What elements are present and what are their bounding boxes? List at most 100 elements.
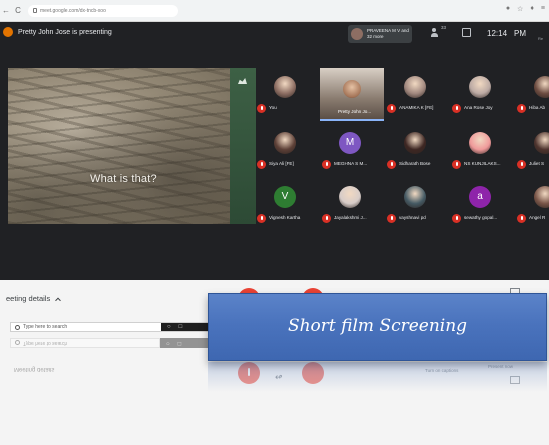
taskbar-icons-reflection: ○ □ <box>160 338 215 348</box>
avatar <box>534 186 549 208</box>
participant-tile[interactable]: vayshnavi pd <box>385 178 451 228</box>
windows-taskbar: Type here to search ○ □ <box>10 322 215 332</box>
mic-off-icon <box>452 160 461 169</box>
mountain-icon <box>238 78 247 84</box>
participant-tile[interactable]: Siya Ali [FE] <box>255 124 321 174</box>
avatar <box>404 132 426 154</box>
presenter-status: Pretty John Jose is presenting <box>18 29 112 36</box>
taskbar-search-reflection: Type here to search <box>10 338 160 348</box>
participant-video <box>343 80 361 98</box>
mic-off-icon <box>387 104 396 113</box>
clock-ampm: PM <box>514 29 526 38</box>
screenshot-page: ← C meet.google.com/dx-tncb-xoo ● ☆ ♦ ≡ … <box>0 0 549 445</box>
shared-screen-caption: What is that? <box>90 173 157 185</box>
mic-off-icon <box>517 160 526 169</box>
mic-off-icon <box>322 160 331 169</box>
participant-name: Angel R <box>529 215 546 220</box>
taskbar-search-placeholder: Type here to search <box>23 324 68 330</box>
taskbar-search[interactable]: Type here to search <box>11 323 161 331</box>
lock-icon <box>33 8 37 13</box>
extension-icons: ● ☆ ♦ ≡ <box>506 5 545 13</box>
participant-tile[interactable]: Jayalakshmi J... <box>320 178 386 228</box>
avatar <box>351 28 363 40</box>
meet-window: Pretty John Jose is presenting PRAVEENA … <box>0 22 549 280</box>
refresh-icon[interactable]: C <box>12 6 24 15</box>
title-card: Short film Screening <box>208 293 547 361</box>
mic-off-icon <box>387 214 396 223</box>
url-text: meet.google.com/dx-tncb-xoo <box>40 7 106 14</box>
participant-tile[interactable]: NS KUNJILAKS... <box>450 124 516 174</box>
participant-name: NS KUNJILAKS... <box>464 161 501 166</box>
address-bar[interactable]: meet.google.com/dx-tncb-xoo <box>28 4 178 17</box>
participant-name: Vignesh Kartha <box>269 215 301 220</box>
mic-off-icon <box>322 214 331 223</box>
taskbar-reflection: Type here to search ○ □ <box>10 338 215 348</box>
participant-tile[interactable]: Hiba Ab <box>515 68 549 118</box>
stone-wall-image <box>8 68 230 224</box>
participant-tile[interactable]: Sidharath Bose <box>385 124 451 174</box>
taskbar-icons: ○ □ <box>161 323 214 331</box>
avatar <box>534 132 549 154</box>
participant-name: Jayalakshmi J... <box>334 215 367 220</box>
title-card-text: Short film Screening <box>287 316 468 336</box>
participant-name: Siya Ali [FE] <box>269 161 294 166</box>
shared-screen-sidebar <box>230 68 256 224</box>
participant-name: Pretty John Jo... <box>338 109 372 114</box>
avatar <box>404 186 426 208</box>
meeting-details-reflection: Meeting details <box>14 366 55 372</box>
avatar <box>469 76 491 98</box>
participant-tile[interactable]: V Vignesh Kartha <box>255 178 321 228</box>
participant-tile[interactable]: You <box>255 68 321 118</box>
participant-name: Juliet S <box>529 161 545 166</box>
menu-icon[interactable]: ≡ <box>541 5 545 13</box>
participant-tile[interactable]: ANAMIKA K [FE] <box>385 68 451 118</box>
avatar <box>274 76 296 98</box>
participants-chip-label: PRAVEENA M V and 32 more <box>367 28 409 39</box>
avatar <box>469 132 491 154</box>
meet-top-bar: Pretty John Jose is presenting PRAVEENA … <box>0 22 549 46</box>
presenting-icon <box>3 27 13 37</box>
mic-off-icon <box>517 104 526 113</box>
cortana-icon[interactable]: ○ <box>167 324 171 330</box>
shared-screen: What is that? <box>8 68 230 224</box>
star-icon[interactable]: ☆ <box>517 5 523 13</box>
search-icon <box>15 324 20 330</box>
mic-off-icon <box>257 160 266 169</box>
clock-time: 12:14 <box>487 29 508 38</box>
participant-name: You <box>269 105 277 110</box>
participant-name: MEGHNA S M... <box>334 161 368 166</box>
browser-toolbar: ← C meet.google.com/dx-tncb-xoo ● ☆ ♦ ≡ <box>0 0 549 22</box>
participant-name: Sidharath Bose <box>399 161 431 166</box>
truncated-label: Re <box>538 36 544 41</box>
task-view-icon: □ <box>177 340 182 346</box>
participant-name: Ana Rose Joy <box>464 105 493 110</box>
meeting-details-toggle[interactable]: eeting details <box>6 294 62 304</box>
mic-off-icon <box>452 214 461 223</box>
back-arrow-icon[interactable]: ← <box>0 6 12 15</box>
participant-name: vayshnavi pd <box>399 215 426 220</box>
mic-off-icon <box>452 104 461 113</box>
participant-tile[interactable]: M MEGHNA S M... <box>320 124 386 174</box>
avatar <box>404 76 426 98</box>
participants-chip[interactable]: PRAVEENA M V and 32 more <box>348 25 412 43</box>
avatar <box>534 76 549 98</box>
participant-tile[interactable]: Ana Rose Joy <box>450 68 516 118</box>
participant-tile[interactable]: a sewathy gopal... <box>450 178 516 228</box>
search-icon <box>15 340 20 346</box>
avatar <box>274 132 296 154</box>
puzzle-icon[interactable]: ♦ <box>530 5 534 13</box>
chevron-up-icon <box>55 297 62 304</box>
participant-name: ANAMIKA K [FE] <box>399 105 434 110</box>
mic-off-icon <box>517 214 526 223</box>
participant-tile[interactable]: Angel R <box>515 178 549 228</box>
chat-icon[interactable] <box>462 28 471 37</box>
avatar: V <box>274 186 296 208</box>
key-icon[interactable]: ● <box>506 5 510 13</box>
participant-name: Hiba Ab <box>529 105 546 110</box>
participant-tile-active[interactable]: Pretty John Jo... <box>320 68 384 121</box>
mic-off-icon <box>257 214 266 223</box>
avatar <box>339 186 361 208</box>
participant-tile[interactable]: Juliet S <box>515 124 549 174</box>
task-view-icon[interactable]: □ <box>179 324 183 330</box>
avatar: a <box>469 186 491 208</box>
